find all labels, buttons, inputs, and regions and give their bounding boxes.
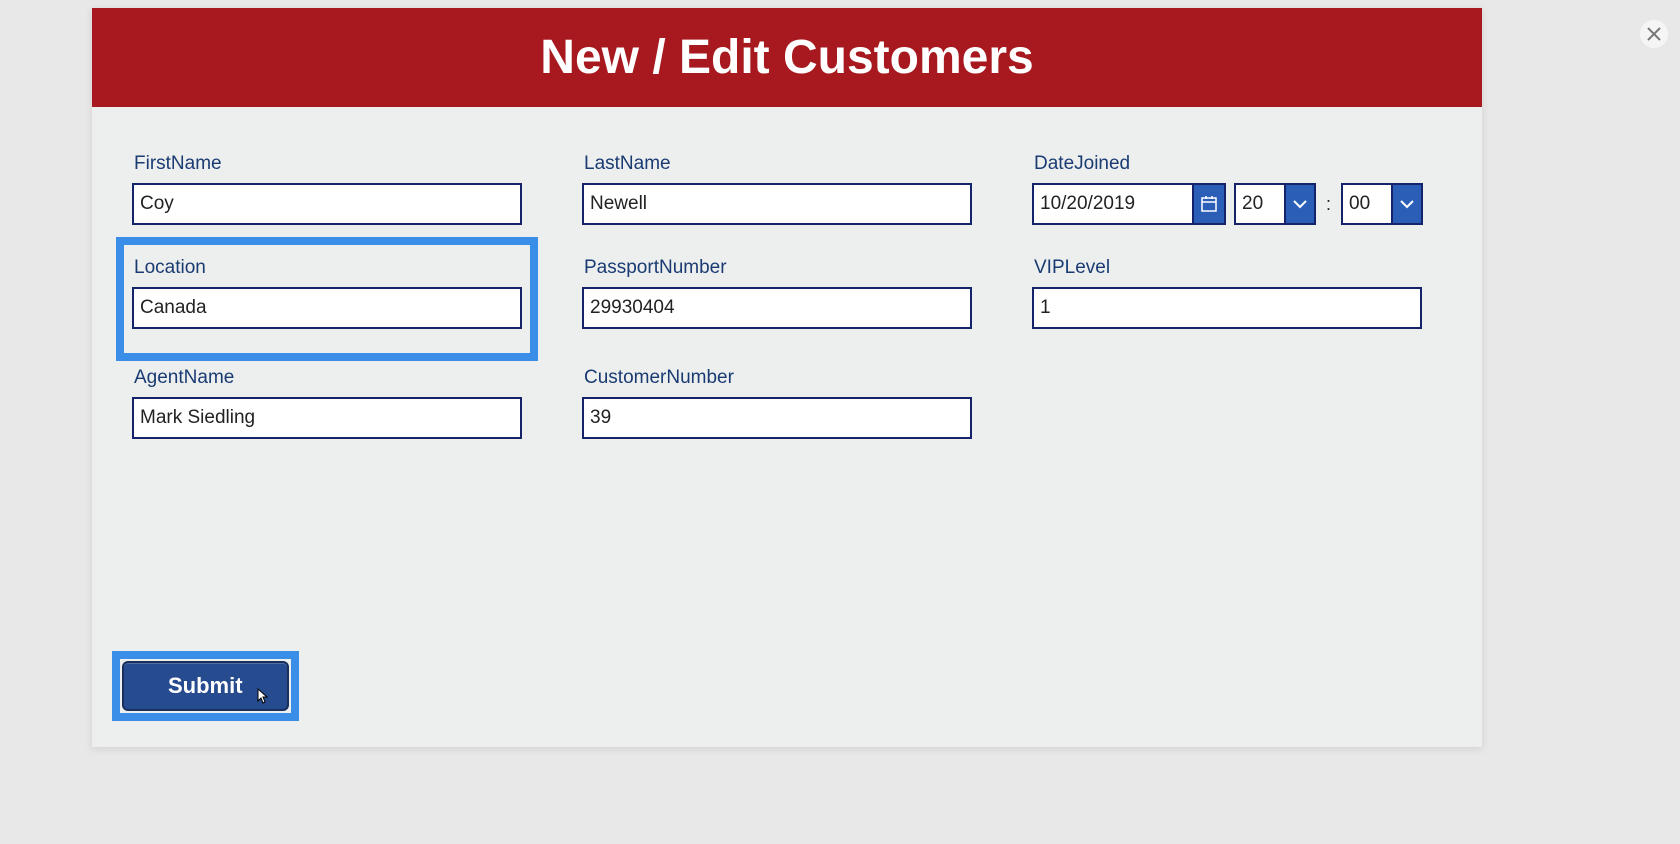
modal-title: New / Edit Customers (92, 8, 1482, 107)
calendar-icon (1200, 195, 1218, 213)
passport-group: PassportNumber (582, 247, 972, 345)
submit-wrapper: Submit (122, 661, 289, 711)
customernumber-group: CustomerNumber (582, 367, 972, 439)
hour-dropdown-button[interactable] (1284, 183, 1316, 225)
agentname-group: AgentName (132, 367, 522, 439)
location-group: Location (132, 247, 522, 345)
minute-select[interactable]: 00 (1341, 183, 1423, 225)
agentname-label: AgentName (132, 367, 522, 389)
close-button[interactable] (1640, 20, 1668, 48)
firstname-input[interactable] (132, 183, 522, 225)
close-icon (1647, 27, 1661, 41)
vip-group: VIPLevel (1032, 247, 1422, 345)
datejoined-group: DateJoined 20 : (1032, 153, 1423, 225)
minute-dropdown-button[interactable] (1391, 183, 1423, 225)
passport-input[interactable] (582, 287, 972, 329)
hour-value: 20 (1234, 183, 1284, 225)
passport-label: PassportNumber (582, 257, 972, 279)
calendar-button[interactable] (1192, 183, 1226, 225)
firstname-label: FirstName (132, 153, 522, 175)
date-input[interactable] (1032, 183, 1192, 225)
datejoined-label: DateJoined (1032, 153, 1423, 175)
submit-button[interactable]: Submit (122, 661, 289, 711)
location-input[interactable] (132, 287, 522, 329)
time-separator: : (1326, 194, 1331, 215)
submit-label: Submit (168, 673, 243, 698)
customernumber-label: CustomerNumber (582, 367, 972, 389)
location-label: Location (132, 257, 522, 279)
lastname-group: LastName (582, 153, 972, 225)
chevron-down-icon (1400, 199, 1414, 209)
minute-value: 00 (1341, 183, 1391, 225)
vip-label: VIPLevel (1032, 257, 1422, 279)
hour-select[interactable]: 20 (1234, 183, 1316, 225)
customernumber-input[interactable] (582, 397, 972, 439)
vip-input[interactable] (1032, 287, 1422, 329)
agentname-input[interactable] (132, 397, 522, 439)
cursor-icon (254, 687, 270, 710)
lastname-label: LastName (582, 153, 972, 175)
chevron-down-icon (1293, 199, 1307, 209)
customer-form-modal: New / Edit Customers FirstName LastName … (92, 8, 1482, 747)
lastname-input[interactable] (582, 183, 972, 225)
form-body: FirstName LastName DateJoined (92, 107, 1482, 747)
firstname-group: FirstName (132, 153, 522, 225)
